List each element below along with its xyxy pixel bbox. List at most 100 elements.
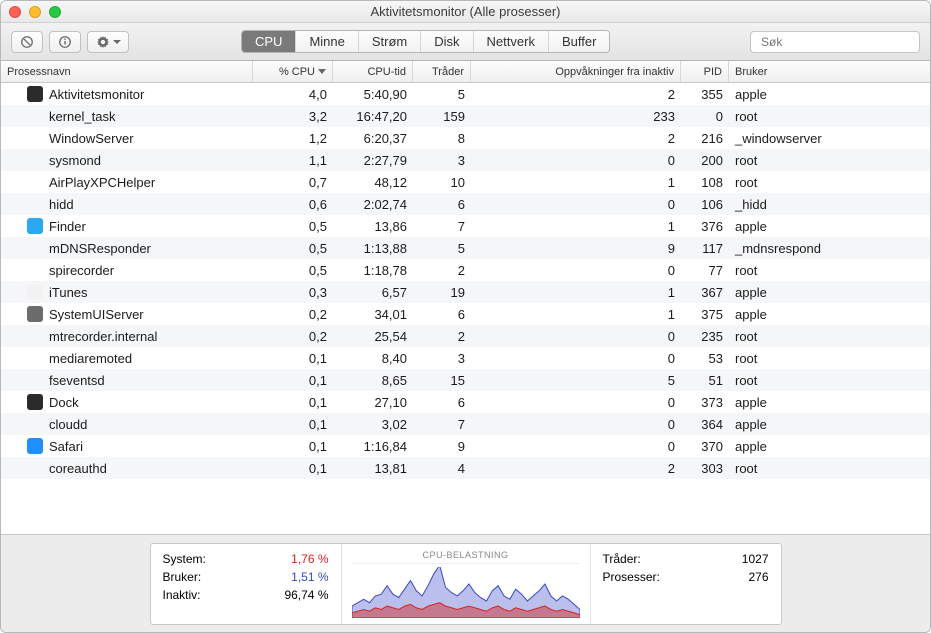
process-cpu-time: 1:18,78 (333, 263, 413, 278)
process-threads: 5 (413, 241, 471, 256)
process-cpu-time: 6:20,37 (333, 131, 413, 146)
processes-value: 276 (748, 570, 768, 584)
tab-nettverk[interactable]: Nettverk (474, 31, 549, 52)
process-cpu: 0,1 (253, 439, 333, 454)
col-header-time[interactable]: CPU-tid (333, 61, 413, 82)
process-pid: 117 (681, 241, 729, 256)
tab-cpu[interactable]: CPU (242, 31, 296, 52)
process-name: coreauthd (1, 461, 253, 476)
process-awakenings: 0 (471, 439, 681, 454)
search-input[interactable] (761, 35, 916, 49)
search-field[interactable] (750, 31, 920, 53)
process-name: mDNSResponder (1, 241, 253, 256)
tab-strøm[interactable]: Strøm (359, 31, 421, 52)
process-pid: 216 (681, 131, 729, 146)
process-threads: 9 (413, 439, 471, 454)
table-row[interactable]: AirPlayXPCHelper0,748,12101108root (1, 171, 930, 193)
table-row[interactable]: Aktivitetsmonitor4,05:40,9052355apple (1, 83, 930, 105)
process-user: apple (729, 439, 930, 454)
process-pid: 235 (681, 329, 729, 344)
inspect-process-button[interactable] (49, 31, 81, 53)
table-row[interactable]: kernel_task3,216:47,201592330root (1, 105, 930, 127)
process-cpu-time: 27,10 (333, 395, 413, 410)
process-cpu-time: 2:02,74 (333, 197, 413, 212)
process-cpu-time: 48,12 (333, 175, 413, 190)
close-window-button[interactable] (9, 6, 21, 18)
app-icon (27, 306, 43, 322)
process-threads: 7 (413, 219, 471, 234)
table-row[interactable]: Finder0,513,8671376apple (1, 215, 930, 237)
stop-process-button[interactable] (11, 31, 43, 53)
process-user: root (729, 109, 930, 124)
process-awakenings: 1 (471, 307, 681, 322)
window-title: Aktivitetsmonitor (Alle prosesser) (1, 4, 930, 19)
process-threads: 10 (413, 175, 471, 190)
summary-right: Tråder:1027 Prosesser:276 (591, 544, 781, 624)
process-name: spirecorder (1, 263, 253, 278)
process-pid: 376 (681, 219, 729, 234)
table-row[interactable]: cloudd0,13,0270364apple (1, 413, 930, 435)
process-threads: 7 (413, 417, 471, 432)
process-user: apple (729, 395, 930, 410)
process-pid: 355 (681, 87, 729, 102)
app-icon (27, 438, 43, 454)
idle-label: Inaktiv: (163, 588, 201, 602)
process-threads: 6 (413, 307, 471, 322)
process-awakenings: 9 (471, 241, 681, 256)
table-row[interactable]: Safari0,11:16,8490370apple (1, 435, 930, 457)
process-name: iTunes (1, 284, 253, 300)
col-header-pid[interactable]: PID (681, 61, 729, 82)
traffic-lights (9, 6, 61, 18)
process-cpu-time: 16:47,20 (333, 109, 413, 124)
tab-disk[interactable]: Disk (421, 31, 473, 52)
table-row[interactable]: spirecorder0,51:18,782077root (1, 259, 930, 281)
tab-buffer[interactable]: Buffer (549, 31, 609, 52)
process-table[interactable]: Aktivitetsmonitor4,05:40,9052355appleker… (1, 83, 930, 534)
table-row[interactable]: mediaremoted0,18,403053root (1, 347, 930, 369)
process-awakenings: 0 (471, 329, 681, 344)
table-row[interactable]: mtrecorder.internal0,225,5420235root (1, 325, 930, 347)
process-awakenings: 0 (471, 197, 681, 212)
process-cpu: 0,1 (253, 395, 333, 410)
process-cpu: 0,5 (253, 219, 333, 234)
process-threads: 2 (413, 329, 471, 344)
table-row[interactable]: fseventsd0,18,6515551root (1, 369, 930, 391)
table-row[interactable]: mDNSResponder0,51:13,8859117_mdnsrespond (1, 237, 930, 259)
col-header-awakenings[interactable]: Oppvåkninger fra inaktiv (471, 61, 681, 82)
minimize-window-button[interactable] (29, 6, 41, 18)
process-user: _mdnsrespond (729, 241, 930, 256)
col-header-cpu[interactable]: % CPU (253, 61, 333, 82)
process-threads: 6 (413, 395, 471, 410)
table-row[interactable]: coreauthd0,113,8142303root (1, 457, 930, 479)
process-awakenings: 0 (471, 263, 681, 278)
col-header-threads[interactable]: Tråder (413, 61, 471, 82)
process-name: cloudd (1, 417, 253, 432)
col-header-name[interactable]: Prosessnavn (1, 61, 253, 82)
table-row[interactable]: WindowServer1,26:20,3782216_windowserver (1, 127, 930, 149)
col-header-user[interactable]: Bruker (729, 61, 930, 82)
table-row[interactable]: SystemUIServer0,234,0161375apple (1, 303, 930, 325)
cpu-load-chart: CPU-BELASTNING (341, 544, 591, 624)
process-user: root (729, 373, 930, 388)
table-row[interactable]: hidd0,62:02,7460106_hidd (1, 193, 930, 215)
process-pid: 108 (681, 175, 729, 190)
process-cpu-time: 1:13,88 (333, 241, 413, 256)
table-row[interactable]: sysmond1,12:27,7930200root (1, 149, 930, 171)
process-name: mtrecorder.internal (1, 329, 253, 344)
idle-value: 96,74 % (284, 588, 328, 602)
title-bar[interactable]: Aktivitetsmonitor (Alle prosesser) (1, 1, 930, 23)
process-user: root (729, 263, 930, 278)
tab-minne[interactable]: Minne (296, 31, 358, 52)
process-name: Safari (1, 438, 253, 454)
process-pid: 364 (681, 417, 729, 432)
toolbar: CPUMinneStrømDiskNettverkBuffer (1, 23, 930, 61)
user-value: 1,51 % (291, 570, 328, 584)
process-name: WindowServer (1, 131, 253, 146)
table-row[interactable]: iTunes0,36,57191367apple (1, 281, 930, 303)
process-cpu-time: 34,01 (333, 307, 413, 322)
gear-menu-button[interactable] (87, 31, 129, 53)
app-window: Aktivitetsmonitor (Alle prosesser) CPUMi… (0, 0, 931, 633)
zoom-window-button[interactable] (49, 6, 61, 18)
process-cpu-time: 6,57 (333, 285, 413, 300)
table-row[interactable]: Dock0,127,1060373apple (1, 391, 930, 413)
